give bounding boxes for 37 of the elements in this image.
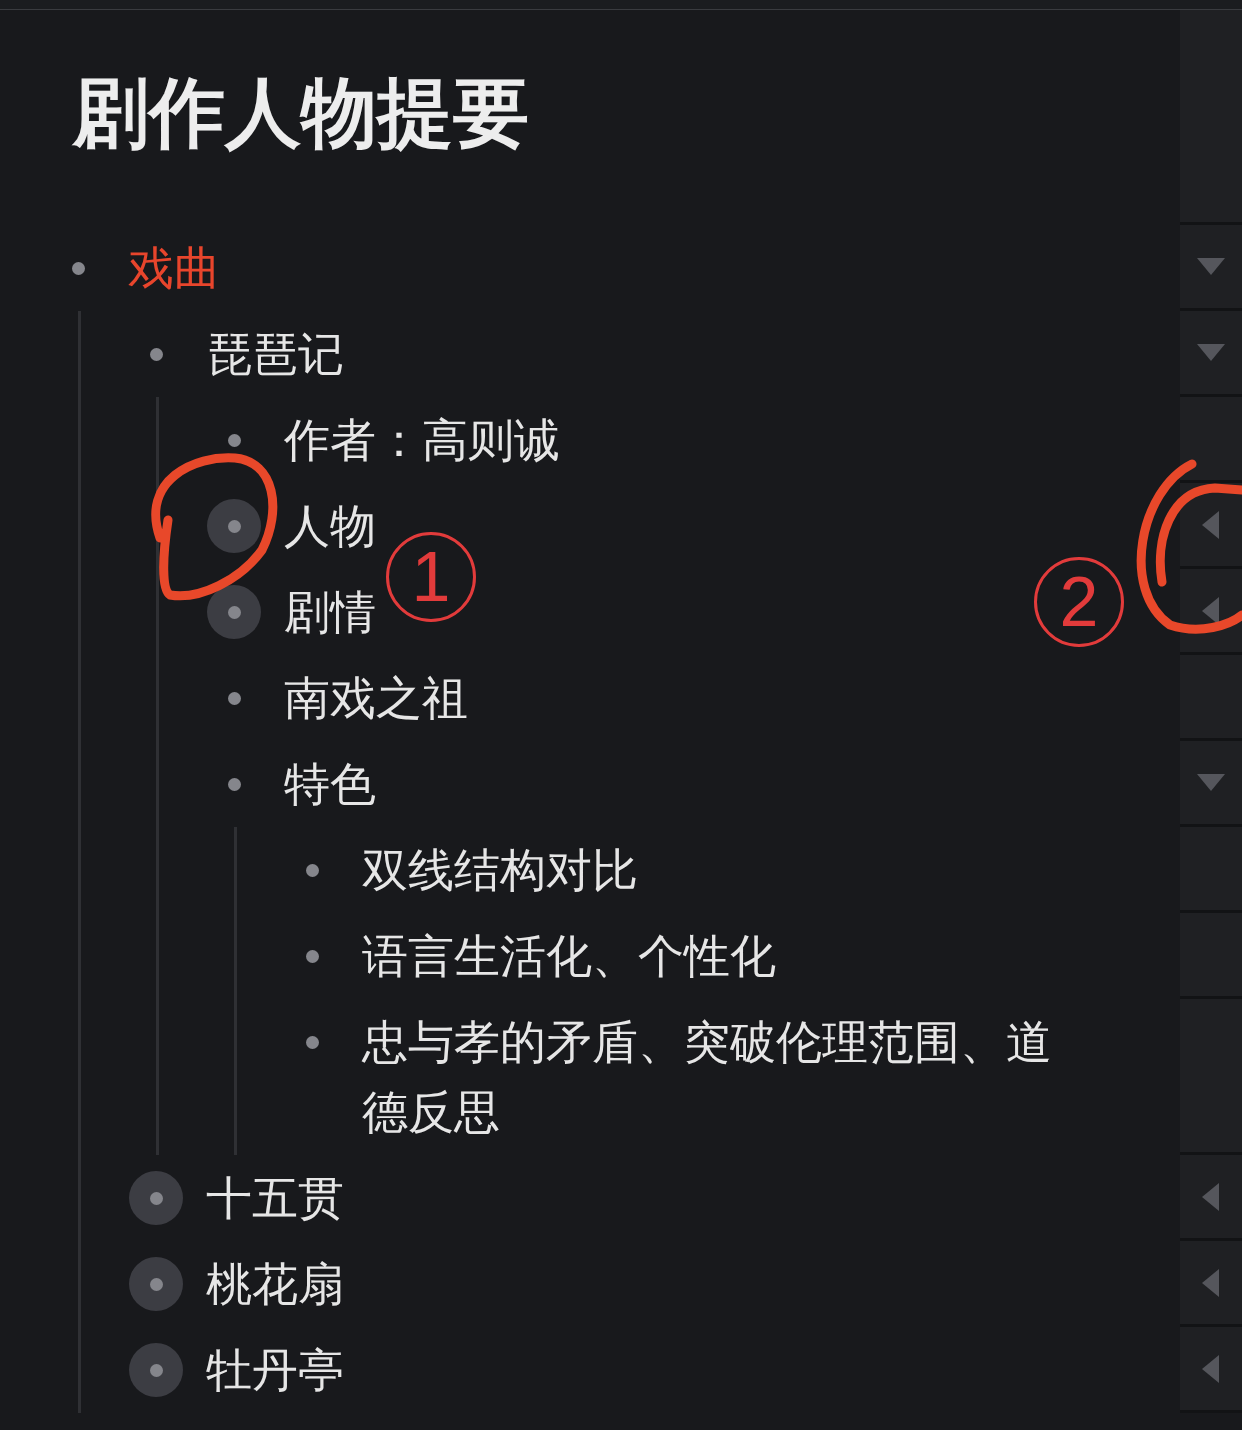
page-title: 剧作人物提要: [73, 67, 529, 159]
outline-item-text: 戏曲: [128, 240, 220, 297]
caret-down-icon: [1197, 257, 1225, 276]
caret-left-icon: [1202, 1182, 1220, 1211]
collapsed-bullet[interactable]: [207, 499, 261, 553]
annotation-number: 2: [1034, 557, 1124, 647]
caret-left-icon: [1202, 1354, 1220, 1383]
collapsed-bullet[interactable]: [129, 1257, 183, 1311]
outline-item-text: 桃花扇: [206, 1256, 344, 1313]
outline-item-text: 十五贯: [206, 1170, 344, 1227]
outline-item-text: 作者：高则诚: [284, 412, 560, 469]
bullet[interactable]: [305, 949, 319, 963]
bullet[interactable]: [227, 433, 241, 447]
collapsed-bullet[interactable]: [129, 1171, 183, 1225]
outline-item-text: 剧情: [284, 584, 376, 641]
bullet[interactable]: [227, 691, 241, 705]
bullet[interactable]: [305, 1035, 319, 1049]
caret-left-icon: [1202, 510, 1220, 539]
annotation-number: 1: [386, 532, 476, 622]
outline-item-text: 语言生活化、个性化: [362, 928, 776, 985]
outline-item-text: 牡丹亭: [206, 1342, 344, 1399]
caret-left-icon: [1202, 596, 1220, 625]
bullet[interactable]: [227, 777, 241, 791]
bullet[interactable]: [149, 347, 163, 361]
caret-left-icon: [1202, 1268, 1220, 1297]
bullet[interactable]: [71, 261, 85, 275]
caret-down-icon: [1197, 773, 1225, 792]
outline-item-text: 琵琶记: [206, 326, 344, 383]
outline-item-text: 南戏之祖: [284, 670, 468, 727]
caret-down-icon: [1197, 343, 1225, 362]
collapsed-bullet[interactable]: [129, 1343, 183, 1397]
outline-item-text: 双线结构对比: [362, 842, 638, 899]
collapsed-bullet[interactable]: [207, 585, 261, 639]
bullet[interactable]: [305, 863, 319, 877]
outline-item-text: 忠与孝的矛盾、突破伦理范围、道德反思: [362, 1014, 1053, 1141]
outline-item-text: 人物: [284, 498, 376, 555]
outline-item-text: 特色: [284, 756, 376, 813]
